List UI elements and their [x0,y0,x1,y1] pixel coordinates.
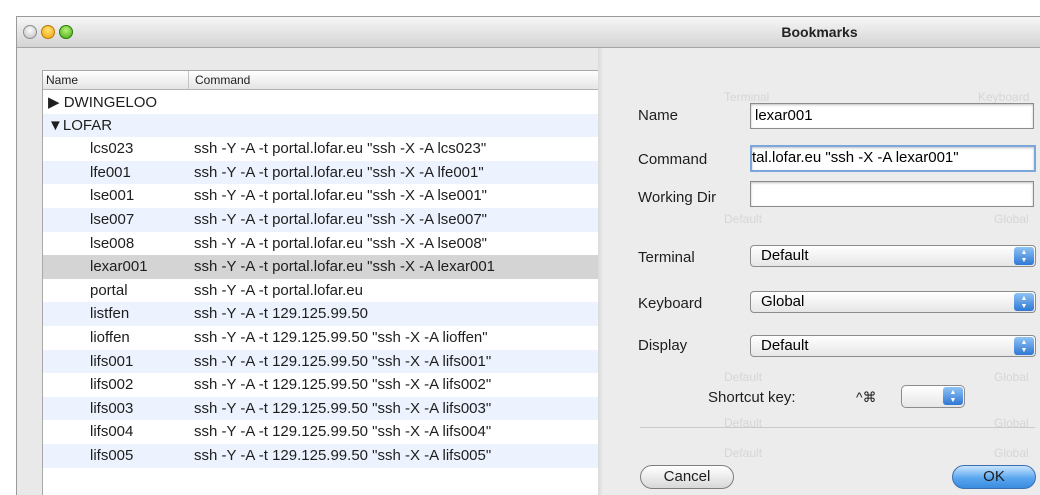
working-dir-label: Working Dir [638,189,717,206]
minimize-window-button[interactable] [41,25,55,39]
table-row[interactable]: lifs002 ssh -Y -A -t 129.125.99.50 "ssh -… [43,373,643,397]
command-input-value: tal.lofar.eu "ssh -X -A lexar001" [752,149,959,166]
row-command: ssh -Y -A -t 129.125.99.50 "ssh -X -A li… [194,399,492,417]
table-header: Name Command [43,71,643,90]
separator [640,427,1035,429]
row-name: lifs005 [90,446,134,464]
name-input[interactable]: lexar001 [750,103,1034,129]
row-name: portal [90,281,128,299]
shortcut-modifiers: ^⌘ [856,389,877,405]
ghost-header-terminal: Terminal [724,90,770,104]
working-dir-input-value [751,185,755,202]
row-name: lifs001 [90,352,134,370]
shortcut-key-label: Shortcut key: [708,389,796,406]
popup-arrows-icon: ▲ ▼ [1014,247,1034,265]
table-row[interactable]: lse001 ssh -Y -A -t portal.lofar.eu "ssh … [43,184,643,208]
dialog-title: Bookmarks [781,24,858,40]
table-row[interactable]: portal ssh -Y -A -t portal.lofar.eu [43,279,643,303]
row-name: lse007 [90,210,135,228]
row-command: ssh -Y -A -t 129.125.99.50 [194,305,369,323]
application-window: Bookmarks Name Command ▶ DWINGELOO ▼LOFA… [16,16,1040,495]
column-divider [188,71,189,89]
row-command: ssh -Y -A -t portal.lofar.eu "ssh -X -A … [194,163,484,181]
row-name: ▶ DWINGELOO [48,94,158,111]
column-header-command[interactable]: Command [195,73,250,87]
cancel-button[interactable]: Cancel [640,465,734,489]
display-label: Display [638,337,688,354]
working-dir-input[interactable] [750,181,1034,207]
title-bar: Bookmarks [17,17,1040,48]
ghost-text: Default [724,212,763,226]
terminal-popup[interactable]: Default ▲ ▼ [750,245,1036,267]
display-popup[interactable]: Default ▲ ▼ [750,335,1036,357]
popup-arrows-icon: ▲ ▼ [1014,293,1034,311]
group-row-dwingeloo[interactable]: ▶ DWINGELOO [43,90,643,114]
table-row-selected[interactable]: lexar001 ssh -Y -A -t portal.lofar.eu "ss… [43,255,643,279]
bookmarks-dialog: Terminal Keyboard Default Global Default… [598,48,1040,495]
terminal-popup-value: Default [761,247,809,264]
row-name: lse001 [90,187,135,205]
ghost-text: Default [724,370,763,384]
row-command: ssh -Y -A -t portal.lofar.eu "ssh -X -A … [194,234,488,252]
row-name: lioffen [90,328,130,346]
keyboard-popup-value: Global [761,293,805,310]
row-name: lfe001 [90,163,131,181]
table-row[interactable]: listfen ssh -Y -A -t 129.125.99.50 [43,302,643,326]
keyboard-popup[interactable]: Global ▲ ▼ [750,291,1036,313]
close-window-button[interactable] [23,25,37,39]
row-command: ssh -Y -A -t 129.125.99.50 "ssh -X -A li… [194,446,492,464]
row-name: lexar001 [90,258,148,276]
display-popup-value: Default [761,337,809,354]
table-row[interactable]: lifs004 ssh -Y -A -t 129.125.99.50 "ssh -… [43,420,643,444]
row-name: lcs023 [90,140,134,158]
ghost-text: Default [724,446,763,460]
row-name: listfen [90,305,130,323]
table-row[interactable]: lioffen ssh -Y -A -t 129.125.99.50 "ssh -… [43,326,643,350]
window-controls [23,25,73,39]
table-row[interactable]: lse008 ssh -Y -A -t portal.lofar.eu "ssh … [43,232,643,256]
table-row[interactable]: lfe001 ssh -Y -A -t portal.lofar.eu "ssh … [43,160,643,185]
row-command: ssh -Y -A -t 129.125.99.50 "ssh -X -A li… [194,423,492,441]
command-label: Command [638,151,708,168]
row-command: ssh -Y -A -t 129.125.99.50 "ssh -X -A li… [194,376,492,394]
row-name: ▼LOFAR [48,116,113,134]
popup-arrows-icon: ▲ ▼ [1014,337,1034,355]
row-command: ssh -Y -A -t portal.lofar.eu "ssh -X -A … [194,140,487,158]
table-row[interactable]: lse007 ssh -Y -A -t portal.lofar.eu "ssh … [43,207,643,232]
row-command: ssh -Y -A -t portal.lofar.eu "ssh -X -A … [194,187,488,205]
bookmarks-table: Name Command ▶ DWINGELOO ▼LOFAR lcs023 ss… [42,70,644,495]
name-label: Name [638,107,679,124]
row-name: lifs002 [90,376,134,394]
ghost-text: Global [994,370,1029,384]
row-command: ssh -Y -A -t 129.125.99.50 "ssh -X -A li… [194,352,492,370]
group-row-lofar[interactable]: ▼LOFAR [43,113,643,138]
row-command: ssh -Y -A -t 129.125.99.50 "ssh -X -A li… [194,328,488,346]
table-row[interactable]: lifs001 ssh -Y -A -t 129.125.99.50 "ssh -… [43,349,643,374]
ghost-header-keyboard: Keyboard [978,90,1030,104]
row-name: lifs003 [90,399,134,417]
terminal-label: Terminal [638,249,695,266]
zoom-window-button[interactable] [59,25,73,39]
table-row[interactable]: lcs023 ssh -Y -A -t portal.lofar.eu "ssh … [43,137,643,161]
popup-arrows-icon: ▲ ▼ [943,387,963,405]
keyboard-label: Keyboard [638,295,703,312]
row-name: lifs004 [90,423,134,441]
row-command: ssh -Y -A -t portal.lofar.eu [194,281,363,299]
name-input-value: lexar001 [755,107,813,124]
ghost-text: Global [994,446,1029,460]
command-input[interactable]: tal.lofar.eu "ssh -X -A lexar001" [750,145,1036,172]
column-header-name[interactable]: Name [46,73,78,87]
shortcut-key-popup[interactable]: ▲ ▼ [901,385,965,408]
table-row[interactable]: lifs005 ssh -Y -A -t 129.125.99.50 "ssh -… [43,443,643,468]
row-command: ssh -Y -A -t portal.lofar.eu "ssh -X -A … [194,210,488,228]
table-row[interactable]: lifs003 ssh -Y -A -t 129.125.99.50 "ssh -… [43,396,643,421]
ghost-text: Global [994,212,1029,226]
row-name: lse008 [90,234,135,252]
ok-button[interactable]: OK [952,465,1036,489]
row-command: ssh -Y -A -t portal.lofar.eu "ssh -X -A … [194,258,496,276]
